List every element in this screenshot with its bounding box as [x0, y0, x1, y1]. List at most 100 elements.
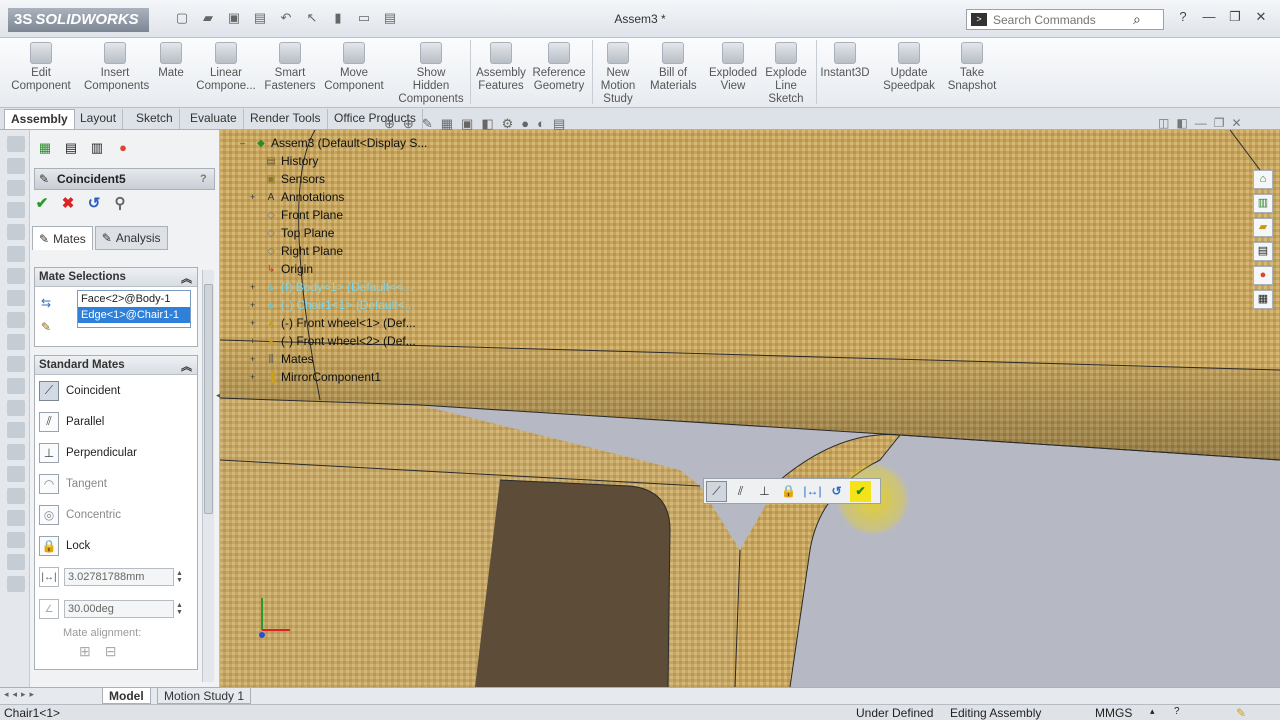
undo-icon[interactable]: ↺ — [86, 194, 102, 212]
tree-node[interactable]: + A Annotations — [240, 188, 427, 206]
previous-view-icon[interactable]: ✎ — [422, 116, 433, 132]
angle-field[interactable] — [64, 600, 174, 618]
zoom-to-fit-icon[interactable]: ⊕ — [384, 116, 395, 132]
strip-tool-icon[interactable] — [7, 510, 25, 526]
spinner-icon[interactable]: ▲ ▼ — [176, 602, 186, 616]
strip-tool-icon[interactable] — [7, 202, 25, 218]
strip-tool-icon[interactable] — [7, 400, 25, 416]
view-settings-icon[interactable]: ▤ — [553, 116, 565, 132]
rebuild-status-icon[interactable]: ✎ — [1236, 706, 1246, 720]
tree-node[interactable]: + ▲ (f) Body<1> (Default<<... — [240, 278, 427, 296]
parallel-icon[interactable]: ⫽ — [730, 481, 751, 502]
strip-tool-icon[interactable] — [7, 576, 25, 592]
strip-tool-icon[interactable] — [7, 356, 25, 372]
mate-type-lock[interactable]: 🔒 Lock — [35, 530, 197, 561]
ribbon-button-mate[interactable]: Mate — [150, 42, 192, 80]
property-manager-icon[interactable]: ▤ — [60, 138, 82, 158]
aligned-icon[interactable]: ⊞ — [79, 643, 91, 660]
print-icon[interactable]: ▤ — [250, 10, 270, 28]
resources-icon[interactable]: ⌂ — [1253, 170, 1273, 189]
close-icon[interactable]: ✕ — [1250, 9, 1272, 29]
design-library-icon[interactable]: ▥ — [1253, 194, 1273, 213]
strip-tool-icon[interactable] — [7, 488, 25, 504]
distance-field[interactable] — [64, 568, 174, 586]
ribbon-button-bill-of-materials[interactable]: Bill of Materials — [650, 42, 697, 93]
help-icon[interactable]: ? — [1174, 706, 1180, 717]
appearances-icon[interactable]: ● — [1253, 266, 1273, 285]
strip-tool-icon[interactable] — [7, 334, 25, 350]
tab-motion-study-1[interactable]: Motion Study 1 — [157, 688, 252, 704]
expand-toggle-icon[interactable]: + — [250, 318, 260, 328]
strip-tool-icon[interactable] — [7, 180, 25, 196]
configuration-manager-icon[interactable]: ▥ — [86, 138, 108, 158]
property-manager-scrollbar[interactable] — [202, 270, 214, 682]
anti-aligned-icon[interactable]: ⊟ — [105, 643, 117, 660]
mate-selections-header[interactable]: Mate Selections ︽ — [35, 268, 197, 287]
viewport-minimize-icon[interactable]: — — [1195, 116, 1207, 130]
mate-type-tangent[interactable]: ◠ Tangent — [35, 468, 197, 499]
ribbon-button-linear-compone[interactable]: Linear Compone... — [196, 42, 256, 93]
expand-toggle-icon[interactable]: + — [250, 300, 260, 310]
tree-node[interactable]: ↳ Origin — [240, 260, 427, 278]
custom-properties-icon[interactable]: ▦ — [1253, 290, 1273, 309]
tab-layout[interactable]: Layout — [74, 109, 124, 129]
expand-toggle-icon[interactable]: + — [250, 192, 260, 202]
reverse-selection-icon[interactable]: ⇆ — [41, 296, 51, 310]
ribbon-button-edit-component[interactable]: Edit Component — [10, 42, 72, 93]
file-explorer-icon[interactable]: ▰ — [1253, 218, 1273, 237]
strip-tool-icon[interactable] — [7, 268, 25, 284]
mate-type-concentric[interactable]: ◎ Concentric — [35, 499, 197, 530]
coincident-icon[interactable]: ⟋ — [706, 480, 727, 502]
tab-evaluate[interactable]: Evaluate — [184, 109, 244, 129]
strip-tool-icon[interactable] — [7, 422, 25, 438]
ribbon-button-take-snapshot[interactable]: Take Snapshot — [944, 42, 1000, 93]
perpendicular-icon[interactable]: ⊥ — [754, 481, 775, 502]
dark-panel-surface[interactable] — [475, 480, 670, 687]
undo-icon[interactable]: ↶ — [276, 10, 296, 28]
tree-node[interactable]: ▣ Sensors — [240, 170, 427, 188]
pushpin-icon[interactable]: ⚲ — [112, 194, 128, 212]
mate-type-coincident[interactable]: ⟋ Coincident — [35, 375, 197, 406]
pushpin-icon[interactable]: ✎ — [41, 320, 51, 334]
rebuild-icon[interactable]: ▮ — [328, 10, 348, 28]
tab-model[interactable]: Model — [102, 688, 151, 704]
add-mate-check-icon[interactable]: ✔ — [850, 480, 871, 502]
mate-selections-list[interactable]: Face<2>@Body-1 Edge<1>@Chair1-1 — [77, 290, 191, 328]
select-arrow-icon[interactable]: ↖ — [302, 10, 322, 28]
lock-icon[interactable]: 🔒 — [778, 481, 799, 502]
viewport-restore-icon[interactable]: ❐ — [1214, 116, 1225, 130]
strip-tool-icon[interactable] — [7, 466, 25, 482]
view-orientation-icon[interactable]: ▣ — [461, 116, 473, 132]
strip-tool-icon[interactable] — [7, 378, 25, 394]
expand-toggle-icon[interactable]: + — [250, 282, 260, 292]
expand-toggle-icon[interactable]: + — [250, 354, 260, 364]
zoom-to-area-icon[interactable]: ⊕ — [403, 116, 414, 132]
hide-show-icon[interactable]: ⚙ — [502, 116, 514, 132]
tree-node[interactable]: + ▐ MirrorComponent1 — [240, 368, 427, 386]
help-icon[interactable]: ? — [1172, 9, 1194, 29]
expand-toggle-icon[interactable]: – — [240, 138, 250, 148]
open-folder-icon[interactable]: ▰ — [198, 10, 218, 28]
expand-toggle-icon[interactable]: + — [250, 372, 260, 382]
tree-node[interactable]: ◇ Front Plane — [240, 206, 427, 224]
tab-sketch[interactable]: Sketch — [130, 109, 180, 129]
list-item[interactable]: Face<2>@Body-1 — [78, 291, 190, 307]
viewport-split-icon[interactable]: ◧ — [1176, 116, 1187, 130]
ribbon-button-smart-fasteners[interactable]: Smart Fasteners — [262, 42, 318, 93]
strip-tool-icon[interactable] — [7, 224, 25, 240]
tree-node[interactable]: + ▲ (-) Chair1<1> (Default<... — [240, 296, 427, 314]
ribbon-button-new-motion-study[interactable]: New Motion Study — [596, 42, 640, 106]
tab-assembly[interactable]: Assembly — [4, 109, 75, 129]
strip-tool-icon[interactable] — [7, 444, 25, 460]
tree-node[interactable]: + ▲ (-) Front wheel<2> (Def... — [240, 332, 427, 350]
tab-analysis[interactable]: ✎ Analysis — [94, 226, 168, 250]
viewport-tile-icon[interactable]: ◫ — [1158, 116, 1169, 130]
tree-node[interactable]: + ⫼ Mates — [240, 350, 427, 368]
expand-toggle-icon[interactable]: + — [250, 336, 260, 346]
cancel-x-icon[interactable]: ✖ — [60, 194, 76, 212]
ribbon-button-explode-line-sketch[interactable]: Explode Line Sketch — [760, 42, 812, 106]
tab-render-tools[interactable]: Render Tools — [244, 109, 328, 129]
flip-alignment-icon[interactable]: ↺ — [826, 481, 847, 502]
tree-node[interactable]: + ▲ (-) Front wheel<1> (Def... — [240, 314, 427, 332]
tree-node[interactable]: ▤ History — [240, 152, 427, 170]
